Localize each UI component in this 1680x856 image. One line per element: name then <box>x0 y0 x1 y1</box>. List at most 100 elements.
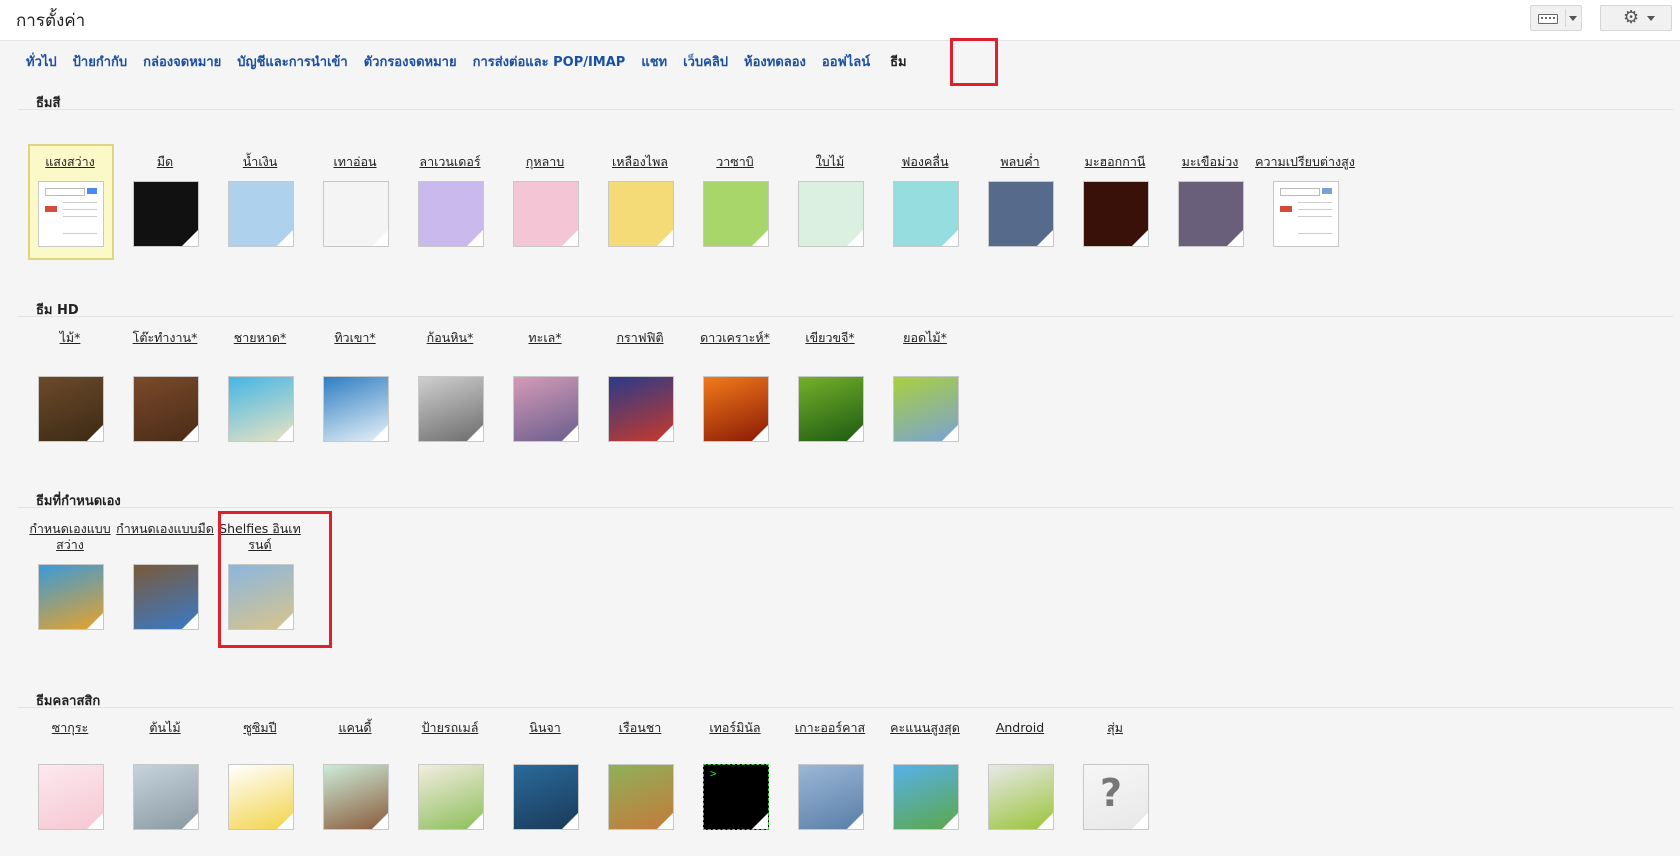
theme-label[interactable]: กำหนดเองแบบสว่าง <box>20 521 120 553</box>
tab-8[interactable]: ห้องทดลอง <box>744 51 806 75</box>
chevron-down-icon <box>1647 16 1655 21</box>
theme-label[interactable]: วาซาบิ <box>685 154 785 170</box>
tab-7[interactable]: เว็บคลิป <box>683 51 728 75</box>
chevron-down-icon[interactable] <box>1569 16 1577 21</box>
theme-thumbnail[interactable] <box>323 181 389 247</box>
theme-thumbnail[interactable] <box>988 181 1054 247</box>
settings-menu-button[interactable]: ⚙ <box>1600 5 1672 31</box>
theme-label[interactable]: ใบไม้ <box>780 154 880 170</box>
theme-label[interactable]: พลบค่ำ <box>970 154 1070 170</box>
theme-label[interactable]: กราฟฟิติ <box>590 330 690 346</box>
theme-thumbnail[interactable] <box>798 181 864 247</box>
theme-thumbnail[interactable] <box>38 564 104 630</box>
theme-label[interactable]: สุ่ม <box>1065 720 1165 736</box>
theme-thumbnail[interactable] <box>798 376 864 442</box>
theme-thumbnail[interactable] <box>323 764 389 830</box>
theme-label[interactable]: น้ำเงิน <box>210 154 310 170</box>
theme-thumbnail[interactable] <box>38 181 104 247</box>
theme-thumbnail[interactable] <box>608 764 674 830</box>
input-tools-button[interactable] <box>1530 5 1582 31</box>
divider <box>1565 9 1566 27</box>
theme-thumbnail[interactable] <box>798 764 864 830</box>
theme-label[interactable]: ฟองคลื่น <box>875 154 975 170</box>
tab-9[interactable]: ออฟไลน์ <box>822 51 870 75</box>
theme-label[interactable]: ดาวเคราะห์* <box>685 330 785 346</box>
keyboard-icon <box>1538 14 1558 24</box>
theme-label[interactable]: คะแนนสูงสุด <box>875 720 975 736</box>
theme-label[interactable]: ทิวเขา* <box>305 330 405 346</box>
theme-label[interactable]: เทอร์มินัล <box>685 720 785 736</box>
theme-label[interactable]: แสงสว่าง <box>20 154 120 170</box>
theme-label[interactable]: Android <box>970 720 1070 736</box>
theme-label[interactable]: ต้นไม้ <box>115 720 215 736</box>
top-bar: การตั้งค่า ⚙ <box>0 0 1680 41</box>
theme-thumbnail[interactable] <box>133 564 199 630</box>
theme-thumbnail[interactable] <box>1083 181 1149 247</box>
theme-label[interactable]: ซูซิมปี <box>210 720 310 736</box>
theme-thumbnail[interactable] <box>228 181 294 247</box>
theme-thumbnail[interactable] <box>418 181 484 247</box>
tab-10[interactable]: ธีม <box>890 51 907 75</box>
theme-label[interactable]: ก้อนหิน* <box>400 330 500 346</box>
page-title: การตั้งค่า <box>16 11 86 31</box>
theme-label[interactable]: เหลืองไพล <box>590 154 690 170</box>
theme-label[interactable]: มะเขือม่วง <box>1160 154 1260 170</box>
theme-thumbnail[interactable]: > <box>703 764 769 830</box>
tab-6[interactable]: แชท <box>641 51 667 75</box>
theme-label[interactable]: มืด <box>115 154 215 170</box>
theme-thumbnail[interactable] <box>323 376 389 442</box>
tab-1[interactable]: ป้ายกำกับ <box>73 51 127 75</box>
settings-tabs: ทั่วไป ป้ายกำกับ กล่องจดหมาย บัญชีและการนำเ… <box>26 51 923 75</box>
theme-thumbnail[interactable] <box>1178 181 1244 247</box>
theme-thumbnail[interactable] <box>418 376 484 442</box>
tab-0[interactable]: ทั่วไป <box>26 51 57 75</box>
theme-thumbnail[interactable] <box>513 181 579 247</box>
theme-label[interactable]: โต๊ะทำงาน* <box>115 330 215 346</box>
theme-thumbnail[interactable] <box>133 181 199 247</box>
theme-label[interactable]: เกาะออร์คาส <box>780 720 880 736</box>
tab-3[interactable]: บัญชีและการนำเข้า <box>237 51 347 75</box>
theme-thumbnail[interactable] <box>418 764 484 830</box>
theme-thumbnail[interactable] <box>608 376 674 442</box>
theme-thumbnail[interactable] <box>988 764 1054 830</box>
tab-4[interactable]: ตัวกรองจดหมาย <box>364 51 457 75</box>
theme-label[interactable]: ซากุระ <box>20 720 120 736</box>
theme-thumbnail[interactable] <box>1273 181 1339 247</box>
theme-label[interactable]: เทาอ่อน <box>305 154 405 170</box>
theme-label[interactable]: นินจา <box>495 720 595 736</box>
theme-thumbnail[interactable] <box>513 376 579 442</box>
divider <box>18 316 1673 317</box>
theme-label[interactable]: มะฮอกกานี <box>1065 154 1165 170</box>
theme-thumbnail[interactable]: ? <box>1083 764 1149 830</box>
tab-5[interactable]: การส่งต่อและ POP/IMAP <box>473 51 626 75</box>
theme-label[interactable]: ลาเวนเดอร์ <box>400 154 500 170</box>
theme-label[interactable]: เรือนชา <box>590 720 690 736</box>
theme-label[interactable]: ทะเล* <box>495 330 595 346</box>
theme-thumbnail[interactable] <box>893 376 959 442</box>
custom-highlight-box <box>218 511 332 648</box>
theme-label[interactable]: กุหลาบ <box>495 154 595 170</box>
theme-thumbnail[interactable] <box>703 376 769 442</box>
tab-highlight-box <box>950 38 998 86</box>
theme-label[interactable]: ชายหาด* <box>210 330 310 346</box>
theme-thumbnail[interactable] <box>893 181 959 247</box>
theme-label[interactable]: ไม้* <box>20 330 120 346</box>
theme-thumbnail[interactable] <box>133 764 199 830</box>
theme-label[interactable]: กำหนดเองแบบมืด <box>115 521 215 537</box>
theme-thumbnail[interactable] <box>38 764 104 830</box>
theme-thumbnail[interactable] <box>133 376 199 442</box>
theme-label[interactable]: แคนดี้ <box>305 720 405 736</box>
theme-thumbnail[interactable] <box>228 764 294 830</box>
theme-label[interactable]: ความเปรียบต่างสูง <box>1255 154 1355 170</box>
theme-thumbnail[interactable] <box>513 764 579 830</box>
theme-thumbnail[interactable] <box>608 181 674 247</box>
theme-thumbnail[interactable] <box>703 181 769 247</box>
tab-2[interactable]: กล่องจดหมาย <box>143 51 221 75</box>
theme-thumbnail[interactable] <box>228 376 294 442</box>
gear-icon: ⚙ <box>1623 7 1640 28</box>
theme-thumbnail[interactable] <box>38 376 104 442</box>
theme-thumbnail[interactable] <box>893 764 959 830</box>
theme-label[interactable]: ป้ายรถเมล์ <box>400 720 500 736</box>
theme-label[interactable]: เขียวขจี* <box>780 330 880 346</box>
theme-label[interactable]: ยอดไม้* <box>875 330 975 346</box>
